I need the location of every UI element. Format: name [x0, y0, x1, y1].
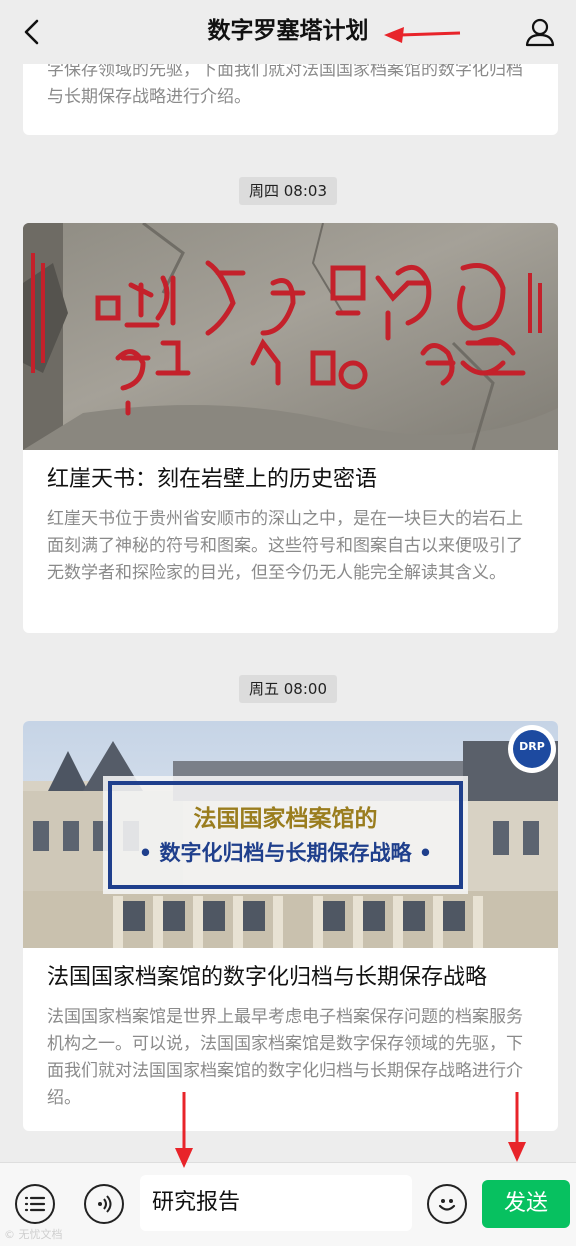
timestamp: 周五 08:00	[239, 675, 337, 703]
article-card-rock[interactable]: 红崖天书：刻在岩壁上的历史密语 红崖天书位于贵州省安顺市的深山之中，是在一块巨大…	[23, 223, 558, 633]
annotation-arrow-left-icon	[384, 27, 461, 43]
menu-icon	[24, 1196, 46, 1212]
menu-button[interactable]	[15, 1184, 55, 1224]
article-digest: 法国国家档案馆是世界上最早考虑电子档案保存问题的档案服务机构之一。可以说，法国国…	[47, 1007, 523, 1108]
annotation-arrow-down-icon	[508, 1092, 526, 1162]
emoji-icon	[438, 1199, 456, 1211]
article-card-archives[interactable]: 法国国家档案馆的 • 数字化归档与长期保存战略 • DRP 法国国家档案馆的数字…	[23, 721, 558, 1131]
article-cover-image: 法国国家档案馆的 • 数字化归档与长期保存战略 • DRP	[23, 721, 558, 948]
annotation-arrow-down-icon	[175, 1092, 193, 1168]
article-digest: 字保存领域的先驱，下面我们就对法国国家档案馆的数字化归档与长期保存战略进行介绍。	[47, 60, 523, 107]
drp-logo: DRP	[519, 740, 545, 753]
cover-title-line1: 法国国家档案馆的	[193, 806, 378, 832]
send-button[interactable]: 发送	[482, 1180, 570, 1228]
article-title: 红崖天书：刻在岩壁上的历史密语	[47, 467, 378, 492]
page-title: 数字罗塞塔计划	[207, 18, 369, 44]
input-bar: 研究报告 发送 © 无忧文档	[0, 1162, 576, 1246]
article-cover-image	[23, 223, 558, 450]
watermark: © 无忧文档	[4, 1228, 63, 1241]
message-feed[interactable]: 字保存领域的先驱，下面我们就对法国国家档案馆的数字化归档与长期保存战略进行介绍。…	[0, 0, 576, 1162]
voice-icon	[98, 1195, 112, 1213]
article-title: 法国国家档案馆的数字化归档与长期保存战略	[47, 965, 488, 990]
nav-bar: 数字罗塞塔计划	[0, 0, 576, 64]
emoji-button[interactable]	[427, 1184, 467, 1224]
message-input[interactable]: 研究报告	[140, 1175, 412, 1231]
profile-button[interactable]	[520, 12, 560, 52]
cover-title-line2: • 数字化归档与长期保存战略 •	[138, 841, 433, 865]
article-digest: 红崖天书位于贵州省安顺市的深山之中，是在一块巨大的岩石上面刻满了神秘的符号和图案…	[47, 509, 523, 583]
timestamp: 周四 08:03	[239, 177, 337, 205]
person-icon	[525, 18, 555, 47]
voice-button[interactable]	[84, 1184, 124, 1224]
